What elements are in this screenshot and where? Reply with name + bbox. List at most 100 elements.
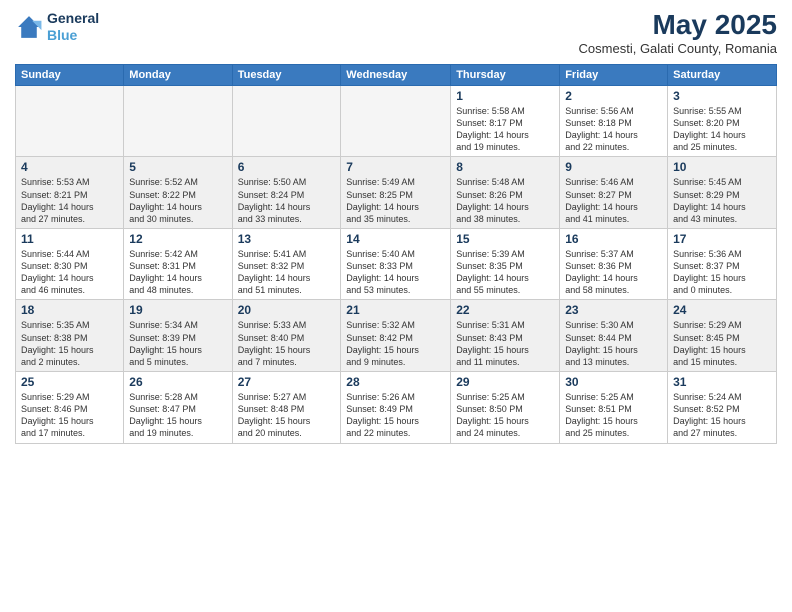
day-number: 6 bbox=[238, 160, 336, 174]
calendar-cell: 13 Sunrise: 5:41 AM Sunset: 8:32 PM Dayli… bbox=[232, 228, 341, 300]
logo-icon bbox=[15, 13, 43, 41]
day-info: Sunrise: 5:25 AM Sunset: 8:51 PM Dayligh… bbox=[565, 391, 662, 440]
calendar-cell: 8 Sunrise: 5:48 AM Sunset: 8:26 PM Daylig… bbox=[451, 157, 560, 229]
day-number: 31 bbox=[673, 375, 771, 389]
day-number: 12 bbox=[129, 232, 226, 246]
day-number: 19 bbox=[129, 303, 226, 317]
day-info: Sunrise: 5:26 AM Sunset: 8:49 PM Dayligh… bbox=[346, 391, 445, 440]
logo-line2: Blue bbox=[47, 27, 77, 43]
day-info: Sunrise: 5:35 AM Sunset: 8:38 PM Dayligh… bbox=[21, 319, 118, 368]
day-info: Sunrise: 5:55 AM Sunset: 8:20 PM Dayligh… bbox=[673, 105, 771, 154]
calendar-cell: 29 Sunrise: 5:25 AM Sunset: 8:50 PM Dayli… bbox=[451, 372, 560, 444]
calendar-cell: 7Sunrise: 5:49 AM Sunset: 8:25 PM Daylig… bbox=[341, 157, 451, 229]
day-info: Sunrise: 5:48 AM Sunset: 8:26 PM Dayligh… bbox=[456, 176, 554, 225]
day-info: Sunrise: 5:34 AM Sunset: 8:39 PM Dayligh… bbox=[129, 319, 226, 368]
calendar-cell: 20Sunrise: 5:33 AM Sunset: 8:40 PM Dayli… bbox=[232, 300, 341, 372]
day-number: 9 bbox=[565, 160, 662, 174]
calendar-cell: 6Sunrise: 5:50 AM Sunset: 8:24 PM Daylig… bbox=[232, 157, 341, 229]
logo: General Blue bbox=[15, 10, 99, 44]
day-info: Sunrise: 5:36 AM Sunset: 8:37 PM Dayligh… bbox=[673, 248, 771, 297]
calendar-cell: 17 Sunrise: 5:36 AM Sunset: 8:37 PM Dayli… bbox=[668, 228, 777, 300]
day-info: Sunrise: 5:32 AM Sunset: 8:42 PM Dayligh… bbox=[346, 319, 445, 368]
calendar-cell: 24 Sunrise: 5:29 AM Sunset: 8:45 PM Dayli… bbox=[668, 300, 777, 372]
calendar-cell: 21Sunrise: 5:32 AM Sunset: 8:42 PM Dayli… bbox=[341, 300, 451, 372]
day-info: Sunrise: 5:58 AM Sunset: 8:17 PM Dayligh… bbox=[456, 105, 554, 154]
weekday-header-tuesday: Tuesday bbox=[232, 64, 341, 85]
day-number: 25 bbox=[21, 375, 118, 389]
day-info: Sunrise: 5:27 AM Sunset: 8:48 PM Dayligh… bbox=[238, 391, 336, 440]
page: General Blue May 2025 Cosmesti, Galati C… bbox=[0, 0, 792, 612]
calendar-cell: 5 Sunrise: 5:52 AM Sunset: 8:22 PM Daylig… bbox=[124, 157, 232, 229]
calendar-cell: 4 Sunrise: 5:53 AM Sunset: 8:21 PM Daylig… bbox=[16, 157, 124, 229]
calendar-cell: 10 Sunrise: 5:45 AM Sunset: 8:29 PM Dayli… bbox=[668, 157, 777, 229]
day-info: Sunrise: 5:31 AM Sunset: 8:43 PM Dayligh… bbox=[456, 319, 554, 368]
calendar-cell: 12 Sunrise: 5:42 AM Sunset: 8:31 PM Dayli… bbox=[124, 228, 232, 300]
calendar-table: SundayMondayTuesdayWednesdayThursdayFrid… bbox=[15, 64, 777, 444]
day-number: 1 bbox=[456, 89, 554, 103]
day-info: Sunrise: 5:29 AM Sunset: 8:45 PM Dayligh… bbox=[673, 319, 771, 368]
day-number: 10 bbox=[673, 160, 771, 174]
weekday-header-thursday: Thursday bbox=[451, 64, 560, 85]
calendar-cell bbox=[16, 85, 124, 157]
calendar-cell: 9 Sunrise: 5:46 AM Sunset: 8:27 PM Daylig… bbox=[560, 157, 668, 229]
calendar-cell: 14Sunrise: 5:40 AM Sunset: 8:33 PM Dayli… bbox=[341, 228, 451, 300]
weekday-header-friday: Friday bbox=[560, 64, 668, 85]
day-info: Sunrise: 5:45 AM Sunset: 8:29 PM Dayligh… bbox=[673, 176, 771, 225]
weekday-header-saturday: Saturday bbox=[668, 64, 777, 85]
day-info: Sunrise: 5:37 AM Sunset: 8:36 PM Dayligh… bbox=[565, 248, 662, 297]
day-number: 26 bbox=[129, 375, 226, 389]
calendar-cell: 1 Sunrise: 5:58 AM Sunset: 8:17 PM Daylig… bbox=[451, 85, 560, 157]
day-number: 13 bbox=[238, 232, 336, 246]
calendar-cell: 11Sunrise: 5:44 AM Sunset: 8:30 PM Dayli… bbox=[16, 228, 124, 300]
day-number: 30 bbox=[565, 375, 662, 389]
calendar-cell: 18 Sunrise: 5:35 AM Sunset: 8:38 PM Dayli… bbox=[16, 300, 124, 372]
calendar-cell: 27Sunrise: 5:27 AM Sunset: 8:48 PM Dayli… bbox=[232, 372, 341, 444]
calendar-cell: 25 Sunrise: 5:29 AM Sunset: 8:46 PM Dayli… bbox=[16, 372, 124, 444]
day-number: 24 bbox=[673, 303, 771, 317]
logo-line1: General bbox=[47, 10, 99, 27]
calendar-cell: 19 Sunrise: 5:34 AM Sunset: 8:39 PM Dayli… bbox=[124, 300, 232, 372]
day-info: Sunrise: 5:53 AM Sunset: 8:21 PM Dayligh… bbox=[21, 176, 118, 225]
day-number: 29 bbox=[456, 375, 554, 389]
calendar-cell: 26 Sunrise: 5:28 AM Sunset: 8:47 PM Dayli… bbox=[124, 372, 232, 444]
calendar-cell: 3 Sunrise: 5:55 AM Sunset: 8:20 PM Daylig… bbox=[668, 85, 777, 157]
day-number: 8 bbox=[456, 160, 554, 174]
week-row-4: 18 Sunrise: 5:35 AM Sunset: 8:38 PM Dayli… bbox=[16, 300, 777, 372]
day-number: 4 bbox=[21, 160, 118, 174]
weekday-header-wednesday: Wednesday bbox=[341, 64, 451, 85]
header: General Blue May 2025 Cosmesti, Galati C… bbox=[15, 10, 777, 56]
day-number: 5 bbox=[129, 160, 226, 174]
day-info: Sunrise: 5:30 AM Sunset: 8:44 PM Dayligh… bbox=[565, 319, 662, 368]
day-info: Sunrise: 5:33 AM Sunset: 8:40 PM Dayligh… bbox=[238, 319, 336, 368]
day-info: Sunrise: 5:46 AM Sunset: 8:27 PM Dayligh… bbox=[565, 176, 662, 225]
day-number: 17 bbox=[673, 232, 771, 246]
day-info: Sunrise: 5:52 AM Sunset: 8:22 PM Dayligh… bbox=[129, 176, 226, 225]
day-info: Sunrise: 5:41 AM Sunset: 8:32 PM Dayligh… bbox=[238, 248, 336, 297]
title-block: May 2025 Cosmesti, Galati County, Romani… bbox=[579, 10, 777, 56]
weekday-header-sunday: Sunday bbox=[16, 64, 124, 85]
day-info: Sunrise: 5:44 AM Sunset: 8:30 PM Dayligh… bbox=[21, 248, 118, 297]
week-row-2: 4 Sunrise: 5:53 AM Sunset: 8:21 PM Daylig… bbox=[16, 157, 777, 229]
day-info: Sunrise: 5:29 AM Sunset: 8:46 PM Dayligh… bbox=[21, 391, 118, 440]
day-number: 18 bbox=[21, 303, 118, 317]
weekday-header-monday: Monday bbox=[124, 64, 232, 85]
calendar-cell: 2Sunrise: 5:56 AM Sunset: 8:18 PM Daylig… bbox=[560, 85, 668, 157]
calendar-cell: 16Sunrise: 5:37 AM Sunset: 8:36 PM Dayli… bbox=[560, 228, 668, 300]
day-number: 23 bbox=[565, 303, 662, 317]
week-row-3: 11Sunrise: 5:44 AM Sunset: 8:30 PM Dayli… bbox=[16, 228, 777, 300]
day-number: 22 bbox=[456, 303, 554, 317]
subtitle: Cosmesti, Galati County, Romania bbox=[579, 41, 777, 56]
day-info: Sunrise: 5:25 AM Sunset: 8:50 PM Dayligh… bbox=[456, 391, 554, 440]
calendar-cell: 23 Sunrise: 5:30 AM Sunset: 8:44 PM Dayli… bbox=[560, 300, 668, 372]
day-number: 28 bbox=[346, 375, 445, 389]
day-number: 14 bbox=[346, 232, 445, 246]
day-info: Sunrise: 5:49 AM Sunset: 8:25 PM Dayligh… bbox=[346, 176, 445, 225]
day-info: Sunrise: 5:42 AM Sunset: 8:31 PM Dayligh… bbox=[129, 248, 226, 297]
day-number: 3 bbox=[673, 89, 771, 103]
calendar-cell: 28 Sunrise: 5:26 AM Sunset: 8:49 PM Dayli… bbox=[341, 372, 451, 444]
weekday-header-row: SundayMondayTuesdayWednesdayThursdayFrid… bbox=[16, 64, 777, 85]
calendar-cell: 30 Sunrise: 5:25 AM Sunset: 8:51 PM Dayli… bbox=[560, 372, 668, 444]
day-info: Sunrise: 5:28 AM Sunset: 8:47 PM Dayligh… bbox=[129, 391, 226, 440]
calendar-cell bbox=[341, 85, 451, 157]
main-title: May 2025 bbox=[579, 10, 777, 41]
